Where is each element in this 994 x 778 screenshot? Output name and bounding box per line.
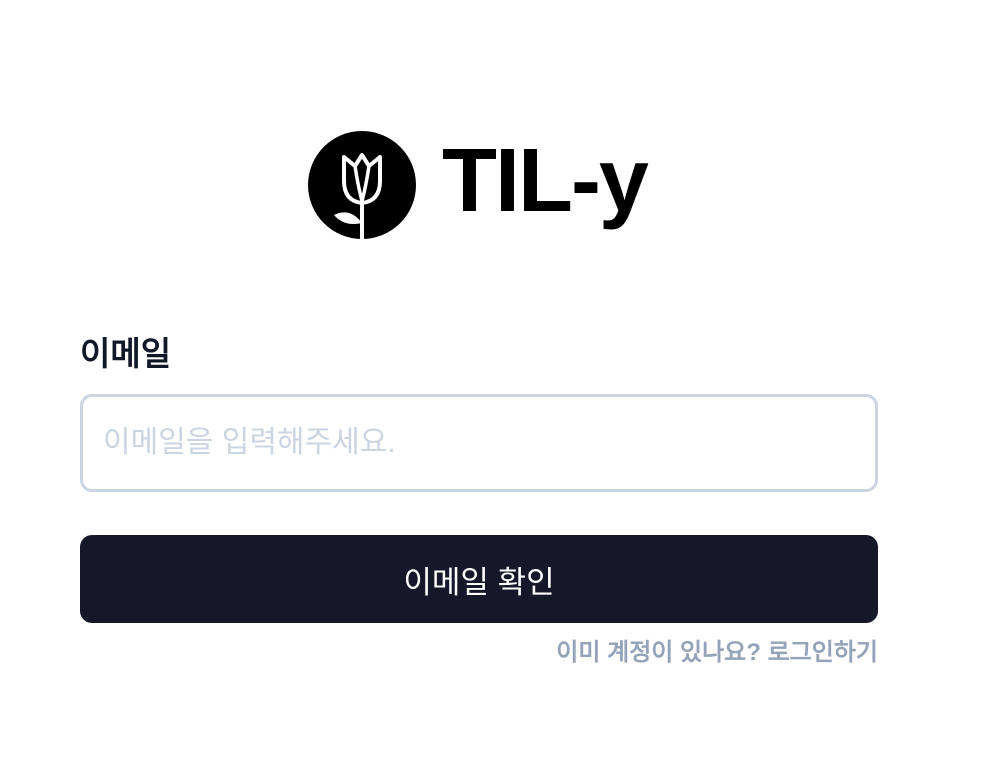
- brand-logo: TIL-y: [308, 130, 649, 240]
- tulip-icon: [308, 131, 416, 239]
- brand-name: TIL-y: [442, 131, 649, 231]
- email-input[interactable]: [80, 394, 878, 492]
- signup-page: TIL-y 이메일 이메일 확인 이미 계정이 있나요? 로그인하기: [0, 0, 994, 778]
- confirm-email-button[interactable]: 이메일 확인: [80, 535, 878, 623]
- email-label: 이메일: [80, 335, 172, 372]
- login-link[interactable]: 이미 계정이 있나요? 로그인하기: [556, 636, 878, 670]
